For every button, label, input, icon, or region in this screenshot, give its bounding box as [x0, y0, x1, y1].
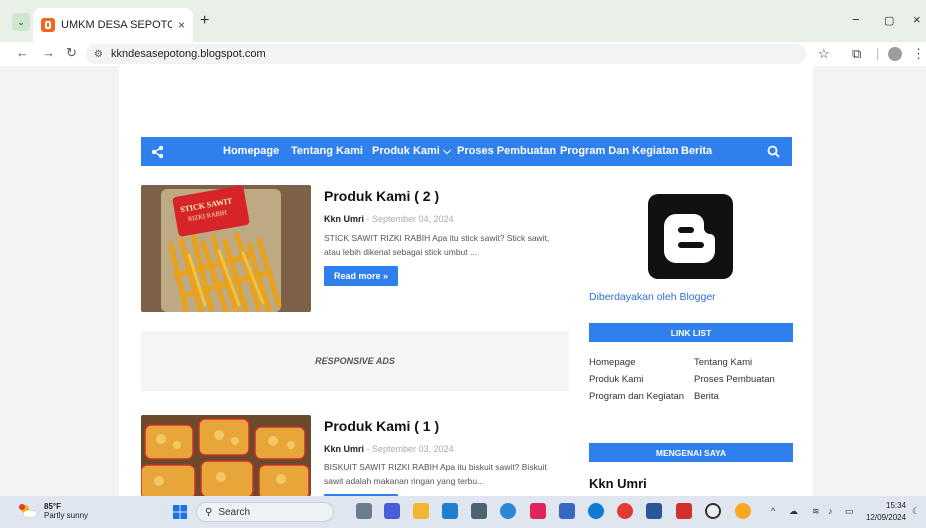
post-date: - September 04, 2024 [364, 214, 454, 224]
chat-app-icon[interactable] [384, 503, 400, 519]
partly-sunny-icon [19, 504, 38, 519]
sidebar-link-program-dan-kegiatan[interactable]: Program dan Kegiatan [589, 391, 684, 402]
taskbar-search-label: Search [218, 506, 251, 518]
share-icon[interactable] [151, 145, 165, 159]
browser-tab[interactable]: UMKM DESA SEPOTONG × [33, 8, 193, 42]
weather-temperature: 85°F [44, 502, 61, 511]
nav-item-produk-kami[interactable]: Produk Kami ⌵ [372, 145, 451, 158]
bookmark-star-icon[interactable]: ☆ [818, 46, 830, 62]
windows-start-icon[interactable] [173, 505, 187, 519]
tab-close-icon[interactable]: × [178, 18, 185, 32]
clock-date: 12/09/2024 [866, 513, 907, 522]
sidebar-link-tentang-kami[interactable]: Tentang Kami [694, 357, 752, 368]
nav-item-homepage[interactable]: Homepage [223, 145, 279, 157]
nav-item-tentang-kami[interactable]: Tentang Kami [291, 145, 363, 157]
profile-avatar[interactable] [888, 47, 902, 61]
notes-app-icon[interactable] [559, 503, 575, 519]
link-list-heading: LINK LIST [589, 323, 793, 342]
restore-button[interactable]: ▢ [884, 14, 894, 27]
forward-arrow-icon[interactable]: → [42, 45, 55, 60]
tab-title: UMKM DESA SEPOTONG [61, 19, 172, 31]
reload-icon[interactable]: ↻ [66, 45, 77, 61]
post-title[interactable]: Produk Kami ( 1 ) [324, 418, 439, 434]
weather-widget[interactable]: 85°F Partly sunny [18, 502, 88, 520]
post-author[interactable]: Kkn Umri [324, 214, 364, 224]
blogger-logo-icon[interactable] [648, 194, 733, 279]
task-view-icon[interactable] [356, 503, 372, 519]
taskbar-search-box[interactable]: ⚲ Search [196, 502, 334, 522]
chrome-browser-icon[interactable] [735, 503, 751, 519]
responsive-ads-placeholder: RESPONSIVE ADS [141, 331, 569, 391]
obs-icon[interactable] [705, 503, 721, 519]
post-title[interactable]: Produk Kami ( 2 ) [324, 188, 439, 204]
weather-description: Partly sunny [44, 511, 89, 520]
search-icon[interactable] [767, 145, 780, 158]
about-author-name[interactable]: Kkn Umri [589, 476, 647, 491]
clock-time: 15:34 [886, 501, 907, 510]
sidebar-link-berita[interactable]: Berita [694, 391, 719, 402]
battery-icon[interactable]: ▭ [845, 506, 854, 517]
blog-page: Homepage Tentang Kami Produk Kami ⌵ Pros… [119, 66, 813, 496]
nav-item-proses-pembuatan[interactable]: Proses Pembuatan [457, 145, 556, 157]
extensions-icon[interactable]: ⧉ [852, 46, 861, 62]
photos-app-icon[interactable] [442, 503, 458, 519]
page-viewport: Homepage Tentang Kami Produk Kami ⌵ Pros… [0, 66, 926, 496]
minimize-button[interactable]: − [852, 12, 860, 27]
menu-kebab-icon[interactable]: ⋮ [912, 46, 925, 62]
powered-by-blogger-link[interactable]: Diberdayakan oleh Blogger [589, 291, 716, 303]
edge-browser-icon[interactable] [500, 503, 516, 519]
back-arrow-icon[interactable]: ← [16, 45, 29, 60]
post-author[interactable]: Kkn Umri [324, 444, 364, 454]
address-bar[interactable]: ⚙ kkndesasepotong.blogspot.com [86, 44, 806, 64]
mcafee-icon[interactable] [530, 503, 546, 519]
notifications-icon[interactable]: ☾ [912, 506, 920, 517]
calculator-icon[interactable] [471, 503, 487, 519]
post-thumbnail-biskuit-sawit[interactable] [141, 415, 311, 496]
new-tab-button[interactable]: + [200, 12, 209, 30]
post-snippet: BISKUIT SAWIT RIZKI RABIH Apa itu biskui… [324, 462, 547, 486]
wifi-icon[interactable]: ≋ [812, 506, 820, 517]
file-explorer-icon[interactable] [413, 503, 429, 519]
stick-sawit-photo: STICK SAWIT RIZKI RABIH [141, 185, 311, 312]
edge-dev-icon[interactable] [588, 503, 604, 519]
windows-taskbar: 85°F Partly sunny ⚲ Search ^ ☁ ≋ ♪ ▭ 15:… [0, 496, 926, 528]
tray-app-icon[interactable]: ☁ [789, 506, 798, 517]
word-app-icon[interactable] [646, 503, 662, 519]
sidebar-link-proses-pembuatan[interactable]: Proses Pembuatan [694, 374, 775, 385]
tab-search-dropdown[interactable]: ⌄ [12, 13, 30, 31]
sidebar-link-homepage[interactable]: Homepage [589, 357, 635, 368]
acrobat-icon[interactable] [676, 503, 692, 519]
url-text: kkndesasepotong.blogspot.com [110, 48, 266, 60]
browser-toolbar: ← → ↻ ⚙ kkndesasepotong.blogspot.com ☆ ⧉… [0, 42, 926, 66]
post-meta: Kkn Umri - September 04, 2024 [324, 214, 454, 224]
post-thumbnail-stick-sawit[interactable]: STICK SAWIT RIZKI RABIH [141, 185, 311, 312]
read-more-button[interactable]: Read more » [324, 266, 398, 286]
about-me-heading: MENGENAI SAYA [589, 443, 793, 462]
post-meta: Kkn Umri - September 03, 2024 [324, 444, 454, 454]
post-date: - September 03, 2024 [364, 444, 454, 454]
volume-icon[interactable]: ♪ [828, 506, 833, 516]
site-info-icon[interactable]: ⚙ [94, 49, 103, 60]
nav-item-program-dan-kegiatan[interactable]: Program Dan Kegiatan [560, 145, 679, 157]
tray-overflow-icon[interactable]: ^ [771, 506, 775, 516]
toolbar-divider: | [876, 46, 880, 61]
close-window-button[interactable]: × [913, 12, 921, 27]
biskuit-sawit-photo [141, 415, 311, 496]
browser-tab-bar: ⌄ UMKM DESA SEPOTONG × + − ▢ × [0, 0, 926, 42]
search-icon: ⚲ [205, 506, 213, 518]
blogger-favicon-icon [41, 18, 55, 32]
system-clock[interactable]: 15:34 12/09/2024 [866, 500, 906, 524]
main-nav-bar: Homepage Tentang Kami Produk Kami ⌵ Pros… [141, 137, 792, 166]
nav-item-berita[interactable]: Berita [681, 145, 712, 157]
opera-icon[interactable] [617, 503, 633, 519]
post-snippet: STICK SAWIT RIZKI RABIH Apa itu stick sa… [324, 233, 550, 257]
sidebar-link-produk-kami[interactable]: Produk Kami [589, 374, 643, 385]
